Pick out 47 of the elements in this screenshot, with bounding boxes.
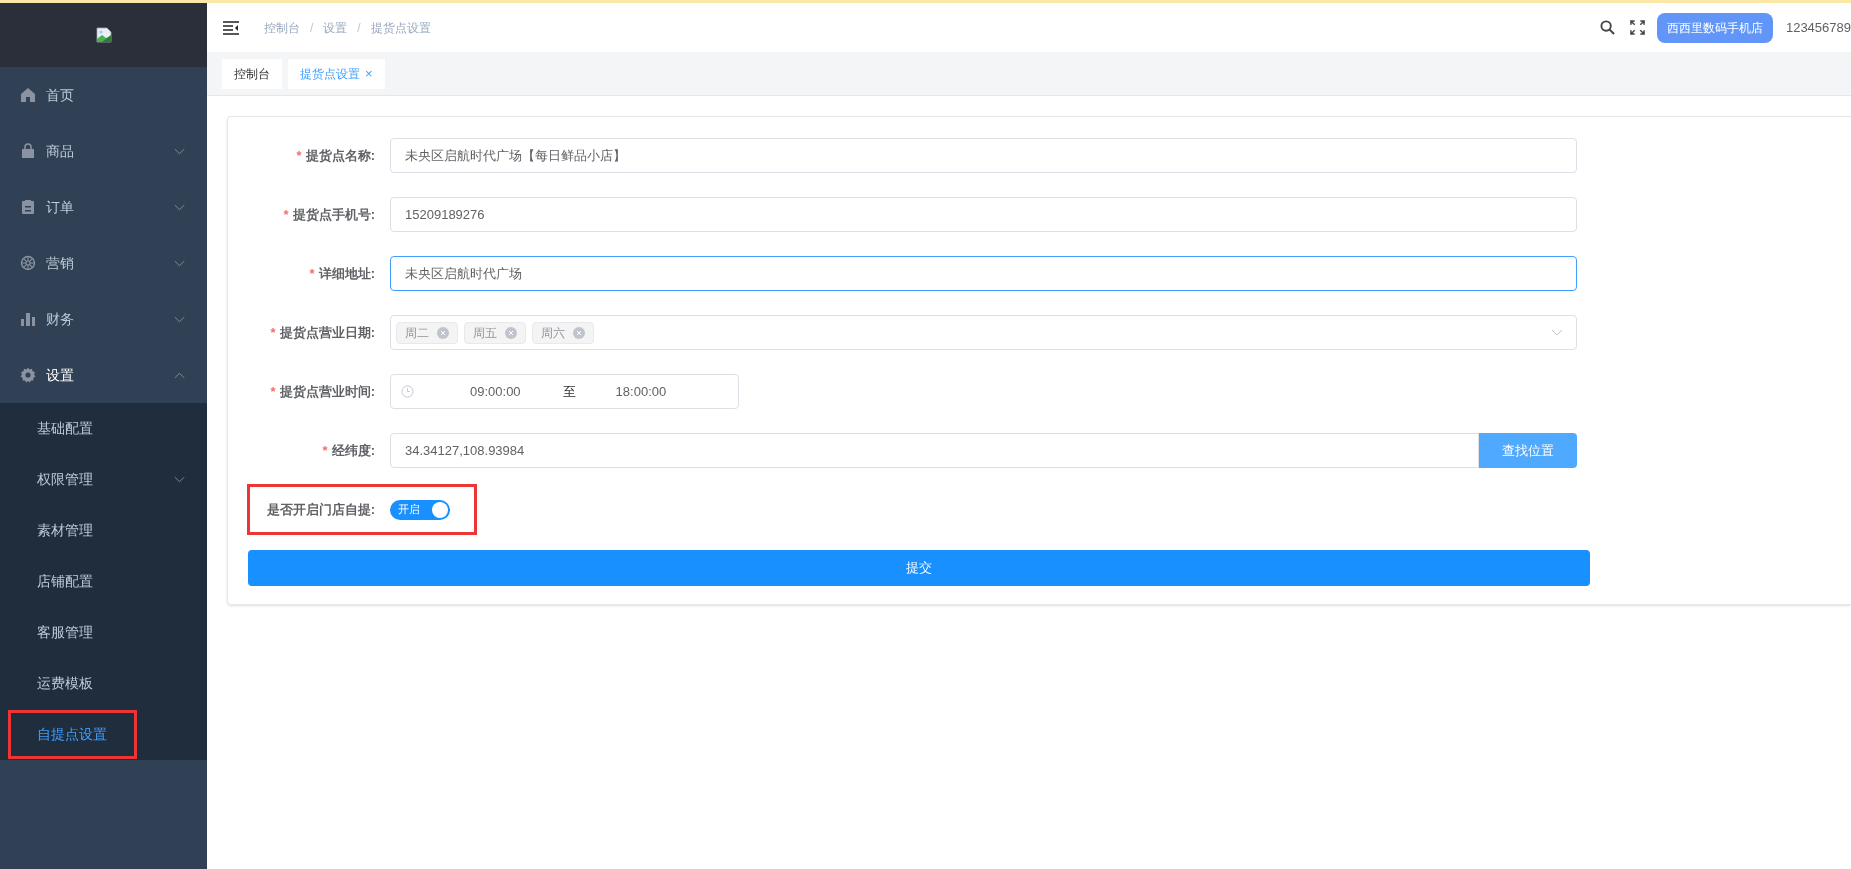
menu-item[interactable]: 设置 (0, 347, 207, 403)
menu-item[interactable]: 财务 (0, 291, 207, 347)
chevron-down-icon (174, 315, 185, 323)
submenu-item[interactable]: 运费模板 (0, 658, 207, 709)
field-label: * 详细地址: (309, 265, 375, 281)
clipboard-icon (20, 199, 36, 215)
broken-image-icon (95, 27, 112, 43)
chevron-down-icon (174, 203, 185, 211)
field-label: * 提货点名称: (296, 147, 375, 163)
field-label: * 提货点营业日期: (270, 324, 375, 340)
menu-item[interactable]: 订单 (0, 179, 207, 235)
tab[interactable]: 控制台 (222, 59, 282, 89)
submenu-item[interactable]: 权限管理 (0, 454, 207, 505)
text-field[interactable]: 15209189276 (390, 197, 1577, 232)
submenu-item[interactable]: 客服管理 (0, 607, 207, 658)
menu-item[interactable]: 商品 (0, 123, 207, 179)
field-label: * 提货点营业时间: (270, 383, 375, 399)
chevron-down-icon (174, 259, 185, 267)
field-label: 是否开启门店自提: (266, 501, 375, 517)
chevron-up-icon (174, 371, 185, 379)
submenu-item[interactable]: 基础配置 (0, 403, 207, 454)
time-range-field[interactable]: 09:00:00 至 18:00:00 (390, 374, 739, 409)
username[interactable]: 123456789 (1785, 17, 1851, 38)
search-icon[interactable] (1599, 20, 1615, 35)
wheel-icon (20, 255, 36, 271)
bar-chart-icon (20, 311, 36, 327)
submenu-item[interactable]: 自提点设置 (0, 709, 207, 760)
menu-item[interactable]: 首页 (0, 67, 207, 123)
settings-icon (20, 367, 36, 383)
text-field[interactable]: 34.34127,108.93984 (390, 433, 1479, 468)
breadcrumb-separator: / (357, 19, 361, 37)
menu-icon[interactable] (223, 20, 239, 35)
fullscreen-icon[interactable] (1629, 20, 1645, 35)
breadcrumb-separator: / (310, 19, 314, 37)
clock-icon (401, 385, 414, 398)
field-label: * 经纬度: (322, 442, 375, 458)
submenu-item[interactable]: 店铺配置 (0, 556, 207, 607)
home-icon (20, 87, 36, 103)
submenu-item[interactable]: 素材管理 (0, 505, 207, 556)
text-field[interactable]: 未央区启航时代广场【每日鲜品小店】 (390, 138, 1577, 173)
field-label: * 提货点手机号: (283, 206, 375, 222)
menu-item[interactable]: 营销 (0, 235, 207, 291)
text-field[interactable]: 未央区启航时代广场 (390, 256, 1577, 291)
breadcrumb-item: 提货点设置 (370, 19, 431, 37)
chevron-down-icon (1551, 329, 1563, 336)
shopping-bag-icon (20, 143, 36, 159)
chevron-down-icon (174, 147, 185, 155)
